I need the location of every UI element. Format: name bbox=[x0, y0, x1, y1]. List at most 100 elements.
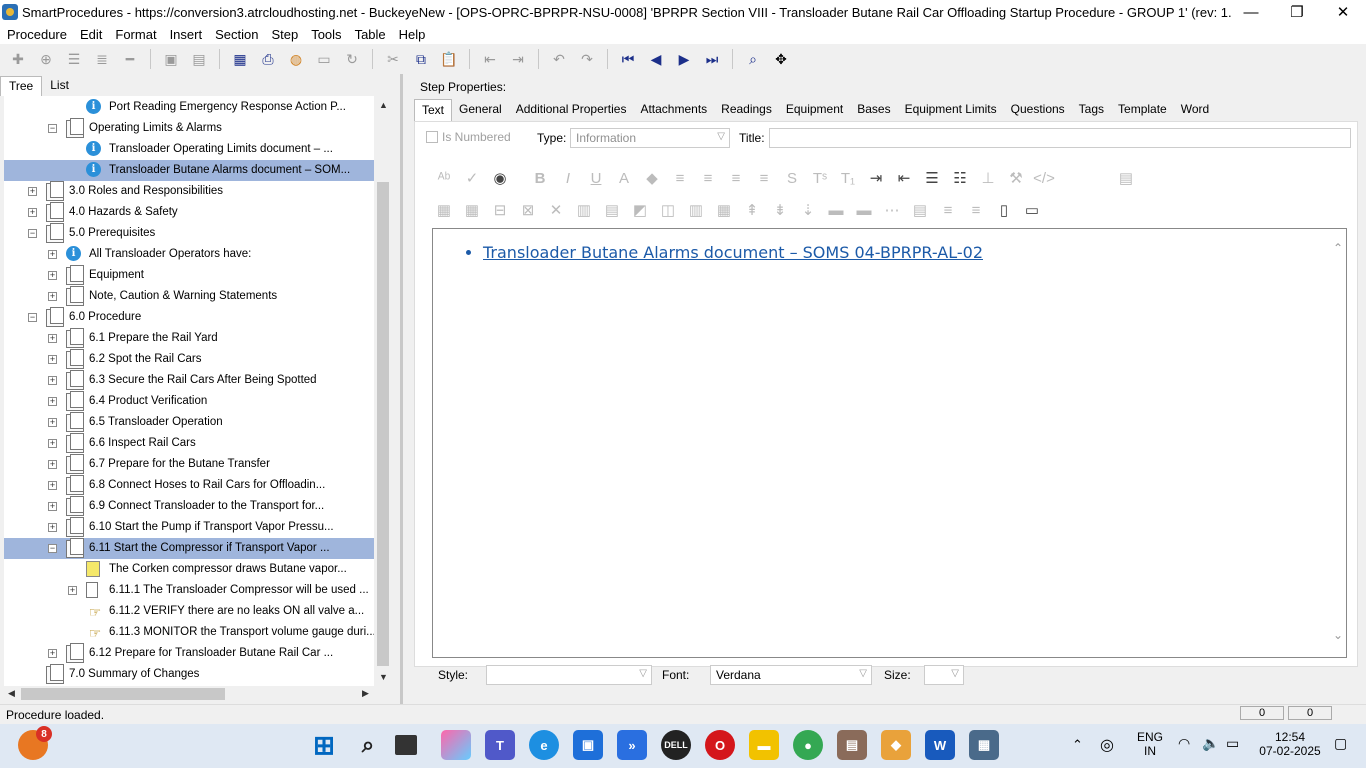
tab-general[interactable]: General bbox=[452, 99, 509, 121]
table-tool-10-icon[interactable]: ▥ bbox=[684, 201, 708, 219]
collapse-icon[interactable]: − bbox=[48, 544, 57, 553]
indent-right-icon[interactable]: ⇥ bbox=[864, 169, 888, 187]
browser-icon[interactable]: ◍ bbox=[285, 48, 307, 70]
align-center-icon[interactable]: ≡ bbox=[696, 170, 720, 187]
battery-icon[interactable]: ▭ bbox=[1226, 735, 1239, 752]
tree-node[interactable]: +6.8 Connect Hoses to Rail Cars for Offl… bbox=[4, 475, 374, 496]
save-all-icon[interactable]: ▤ bbox=[188, 48, 210, 70]
tree-node[interactable]: − Operating Limits & Alarms bbox=[4, 118, 374, 139]
insert-table-icon[interactable]: ▤ bbox=[1114, 169, 1138, 187]
tree-node[interactable]: +6.6 Inspect Rail Cars bbox=[4, 433, 374, 454]
spell-check-icon[interactable]: ᴬᵇ bbox=[432, 170, 456, 187]
tree-node[interactable]: ☞ 6.11.2 VERIFY there are no leaks ON all… bbox=[4, 601, 374, 622]
horizontal-line-icon[interactable]: ⊥ bbox=[976, 169, 1000, 187]
strikethrough-icon[interactable]: S bbox=[780, 170, 804, 187]
smartprocedures-taskbar-icon[interactable]: ◆ bbox=[881, 730, 911, 760]
power-automate-icon[interactable]: » bbox=[617, 730, 647, 760]
collapse-icon[interactable]: − bbox=[28, 313, 37, 322]
table-tool-16-icon[interactable]: ▬ bbox=[852, 202, 876, 219]
bullet-list-icon[interactable]: ☰ bbox=[920, 169, 944, 187]
tree-node[interactable]: i Transloader Operating Limits document –… bbox=[4, 139, 374, 160]
expand-icon[interactable]: + bbox=[48, 250, 57, 259]
expand-icon[interactable]: + bbox=[28, 187, 37, 196]
teams-icon[interactable]: T bbox=[485, 730, 515, 760]
tree-node[interactable]: + Equipment bbox=[4, 265, 374, 286]
tree-node[interactable]: +6.10 Start the Pump if Transport Vapor … bbox=[4, 517, 374, 538]
step-text-editor[interactable]: Transloader Butane Alarms document – SOM… bbox=[432, 228, 1347, 658]
table-tool-2-icon[interactable]: ▦ bbox=[460, 201, 484, 219]
list-alt-icon[interactable]: ≣ bbox=[91, 48, 113, 70]
menu-edit[interactable]: Edit bbox=[73, 27, 108, 42]
list-icon[interactable]: ☰ bbox=[63, 48, 85, 70]
justify-icon[interactable]: ≡ bbox=[752, 170, 776, 187]
expand-icon[interactable]: + bbox=[48, 418, 57, 427]
tree-node[interactable]: − 6.0 Procedure bbox=[4, 307, 374, 328]
tree-node[interactable]: 7.0 Summary of Changes bbox=[4, 664, 374, 685]
language-indicator[interactable]: ENG IN bbox=[1134, 730, 1166, 758]
store-icon[interactable]: ▣ bbox=[573, 730, 603, 760]
undo-icon[interactable]: ↶ bbox=[548, 48, 570, 70]
record-icon[interactable]: ◉ bbox=[488, 169, 512, 187]
expand-icon[interactable]: + bbox=[48, 460, 57, 469]
table-tool-7-icon[interactable]: ▤ bbox=[600, 201, 624, 219]
table-tool-22-icon[interactable]: ▭ bbox=[1020, 201, 1044, 219]
expand-icon[interactable]: + bbox=[48, 355, 57, 364]
cut-icon[interactable]: ✂ bbox=[382, 48, 404, 70]
expand-icon[interactable]: + bbox=[48, 271, 57, 280]
procedure-tree[interactable]: i Port Reading Emergency Response Action … bbox=[4, 96, 374, 686]
tree-node[interactable]: +6.5 Transloader Operation bbox=[4, 412, 374, 433]
pane-splitter[interactable] bbox=[400, 74, 403, 706]
task-view-icon[interactable] bbox=[395, 735, 417, 755]
tree-scroll-thumb[interactable] bbox=[377, 182, 389, 666]
expand-icon[interactable]: + bbox=[48, 481, 57, 490]
tab-template[interactable]: Template bbox=[1111, 99, 1174, 121]
tree-node[interactable]: +6.3 Secure the Rail Cars After Being Sp… bbox=[4, 370, 374, 391]
edge-icon[interactable]: e bbox=[529, 730, 559, 760]
tree-node[interactable]: + Note, Caution & Warning Statements bbox=[4, 286, 374, 307]
menu-tools[interactable]: Tools bbox=[304, 27, 347, 42]
save-icon[interactable]: ▣ bbox=[160, 48, 182, 70]
menu-table[interactable]: Table bbox=[348, 27, 392, 42]
clock[interactable]: 12:54 07-02-2025 bbox=[1254, 730, 1326, 758]
tab-equipment-limits[interactable]: Equipment Limits bbox=[898, 99, 1004, 121]
tree-node[interactable]: +6.9 Connect Transloader to the Transpor… bbox=[4, 496, 374, 517]
table-tool-13-icon[interactable]: ⇟ bbox=[768, 201, 792, 219]
word-icon[interactable]: W bbox=[925, 730, 955, 760]
copilot-icon[interactable] bbox=[441, 730, 471, 760]
tree-node[interactable]: + i All Transloader Operators have: bbox=[4, 244, 374, 265]
html-icon[interactable]: </> bbox=[1032, 170, 1056, 187]
expand-icon[interactable]: + bbox=[48, 502, 57, 511]
table-tool-15-icon[interactable]: ▬ bbox=[824, 202, 848, 219]
search-icon[interactable]: ⌕ bbox=[353, 730, 383, 760]
size-select[interactable]: ▽ bbox=[924, 665, 964, 685]
is-numbered-checkbox[interactable] bbox=[426, 131, 438, 143]
show-hidden-icons[interactable]: ⌃ bbox=[1072, 737, 1083, 753]
tree-node[interactable]: − 5.0 Prerequisites bbox=[4, 223, 374, 244]
start-icon[interactable]: ⊞ bbox=[309, 730, 339, 760]
expand-icon[interactable]: + bbox=[48, 397, 57, 406]
add-step-icon[interactable]: ✚ bbox=[7, 48, 29, 70]
first-icon[interactable]: ⏮ bbox=[617, 48, 639, 70]
table-tool-9-icon[interactable]: ◫ bbox=[656, 201, 680, 219]
expand-icon[interactable]: + bbox=[28, 208, 37, 217]
tab-word[interactable]: Word bbox=[1174, 99, 1216, 121]
table-tool-12-icon[interactable]: ⇞ bbox=[740, 201, 764, 219]
paste-icon[interactable]: 📋 bbox=[438, 48, 460, 70]
menu-format[interactable]: Format bbox=[108, 27, 162, 42]
minimize-button[interactable]: — bbox=[1228, 0, 1274, 24]
style-select[interactable]: ▽ bbox=[486, 665, 652, 685]
tree-node[interactable]: +6.11.1 The Transloader Compressor will … bbox=[4, 580, 374, 601]
remote-desktop-icon[interactable]: ▦ bbox=[969, 730, 999, 760]
tree-node[interactable]: i Port Reading Emergency Response Action … bbox=[4, 97, 374, 118]
spell-options-icon[interactable]: ✓ bbox=[460, 169, 484, 187]
tab-tree[interactable]: Tree bbox=[0, 76, 43, 96]
tab-bases[interactable]: Bases bbox=[850, 99, 897, 121]
table-tool-6-icon[interactable]: ▥ bbox=[572, 201, 596, 219]
tab-additional-properties[interactable]: Additional Properties bbox=[509, 99, 634, 121]
scroll-down-icon[interactable]: ▼ bbox=[379, 672, 388, 682]
redo-icon[interactable]: ↷ bbox=[576, 48, 598, 70]
tree-node[interactable]: ☞ 6.11.3 MONITOR the Transport volume gau… bbox=[4, 622, 374, 643]
publish-icon[interactable]: ▦ bbox=[229, 48, 251, 70]
type-select[interactable]: Information ▽ bbox=[570, 128, 730, 148]
volume-icon[interactable]: 🔈 bbox=[1202, 735, 1219, 752]
